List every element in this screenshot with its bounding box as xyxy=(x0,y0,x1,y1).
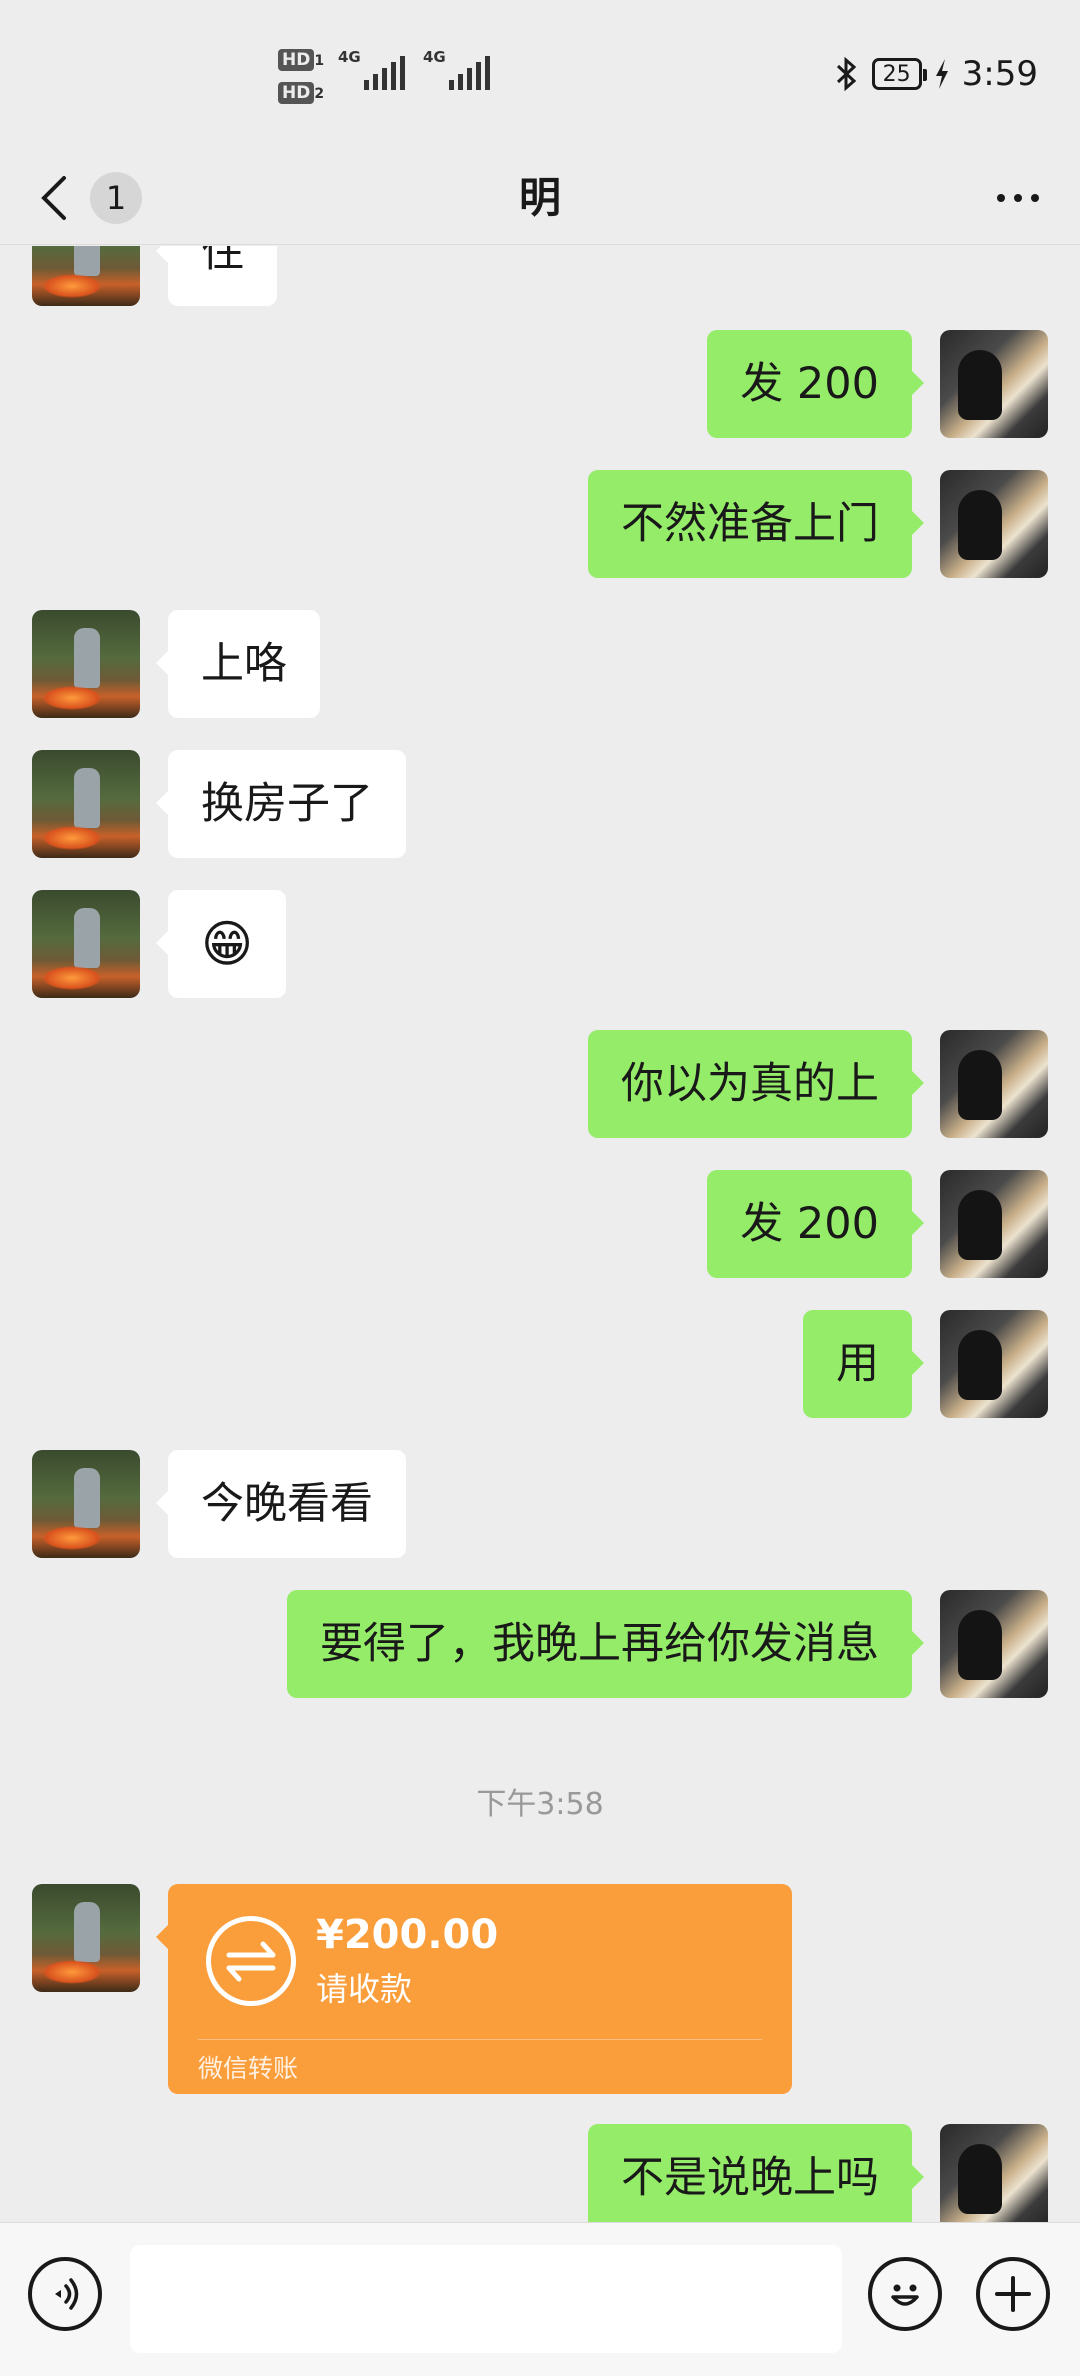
my-avatar[interactable] xyxy=(940,2124,1048,2222)
message-bubble-emoji[interactable]: 😁 xyxy=(155,890,287,998)
charging-icon xyxy=(935,59,948,89)
network-type-1: 4G xyxy=(338,48,361,66)
voice-icon xyxy=(55,2278,79,2310)
contact-avatar[interactable] xyxy=(32,1450,140,1558)
transfer-status: 请收款 xyxy=(316,1970,413,2008)
more-dot xyxy=(1031,194,1039,202)
more-dots-icon xyxy=(997,194,1005,202)
my-avatar[interactable] xyxy=(940,1310,1048,1418)
message-timestamp: 下午3:58 xyxy=(476,1787,604,1822)
transfer-footer: 微信转账 xyxy=(198,2054,299,2083)
my-avatar[interactable] xyxy=(940,1030,1048,1138)
message-bubble-received[interactable]: 上咯 xyxy=(156,610,320,718)
sim1-hd-label: HD xyxy=(278,49,315,71)
contact-avatar[interactable] xyxy=(32,246,140,306)
message-bubble-received[interactable]: 今晚看看 xyxy=(156,1450,406,1558)
contact-avatar[interactable] xyxy=(32,1884,140,1992)
plus-button[interactable] xyxy=(976,2257,1050,2331)
message-bubble-sent[interactable]: 不是说晚上吗 xyxy=(588,2124,924,2222)
my-avatar[interactable] xyxy=(940,330,1048,438)
status-right: 25 3:59 xyxy=(834,54,1038,94)
my-avatar[interactable] xyxy=(940,470,1048,578)
message-bubble-sent[interactable]: 发 200 xyxy=(707,330,924,438)
status-bar: HD 1 HD 2 4G 4G 25 3:59 xyxy=(0,0,1080,150)
signal-1-icon: 4G xyxy=(338,48,405,90)
plus-icon xyxy=(995,2276,1031,2312)
emoji-button[interactable] xyxy=(868,2257,942,2331)
my-avatar[interactable] xyxy=(940,1590,1048,1698)
transfer-divider xyxy=(198,2039,762,2040)
battery-level: 25 xyxy=(882,61,911,87)
battery-icon: 25 xyxy=(871,58,927,90)
message-bubble-sent[interactable]: 不然准备上门 xyxy=(588,470,924,578)
contact-avatar[interactable] xyxy=(32,890,140,998)
transfer-icon xyxy=(206,1916,296,2006)
sim1-number: 1 xyxy=(314,53,325,69)
message-bubble-sent[interactable]: 用 xyxy=(803,1310,924,1418)
transfer-amount: ¥200.00 xyxy=(316,1912,499,1958)
signal-2-icon: 4G xyxy=(423,48,490,90)
message-bubble-received[interactable]: 换房子了 xyxy=(156,750,406,858)
bluetooth-icon xyxy=(836,56,856,92)
back-button[interactable]: 1 xyxy=(36,150,142,245)
message-bubble-sent[interactable]: 发 200 xyxy=(707,1170,924,1278)
contact-avatar[interactable] xyxy=(32,610,140,718)
chat-title: 明 xyxy=(518,173,561,222)
signal-indicators: 4G 4G xyxy=(338,48,490,90)
chat-messages[interactable]: 住 发 200 不然准备上门 上咯 换房子了 😁 你以为真的上 发 200 用 … xyxy=(0,246,1080,2222)
chevron-left-icon xyxy=(41,175,66,220)
more-dot xyxy=(1014,194,1022,202)
network-type-2: 4G xyxy=(423,48,446,66)
message-bubble-sent[interactable]: 你以为真的上 xyxy=(588,1030,924,1138)
message-bubble-sent[interactable]: 要得了，我晚上再给你发消息 xyxy=(287,1590,924,1698)
contact-avatar[interactable] xyxy=(32,750,140,858)
sim-indicators: HD 1 HD 2 xyxy=(278,44,324,110)
clock: 3:59 xyxy=(961,54,1038,94)
message-input[interactable] xyxy=(130,2245,842,2353)
transfer-card[interactable]: ¥200.00 请收款 微信转账 xyxy=(156,1884,792,2094)
more-button[interactable] xyxy=(986,174,1050,222)
sim2-number: 2 xyxy=(314,86,325,102)
message-bubble-received[interactable]: 住 xyxy=(156,246,277,306)
sim2-hd-label: HD xyxy=(278,82,315,104)
my-avatar[interactable] xyxy=(940,1170,1048,1278)
unread-badge: 1 xyxy=(90,171,142,224)
chat-header: 明 1 xyxy=(0,150,1080,245)
input-bar xyxy=(0,2222,1080,2376)
voice-button[interactable] xyxy=(28,2257,102,2331)
emoji-icon xyxy=(891,2284,919,2306)
